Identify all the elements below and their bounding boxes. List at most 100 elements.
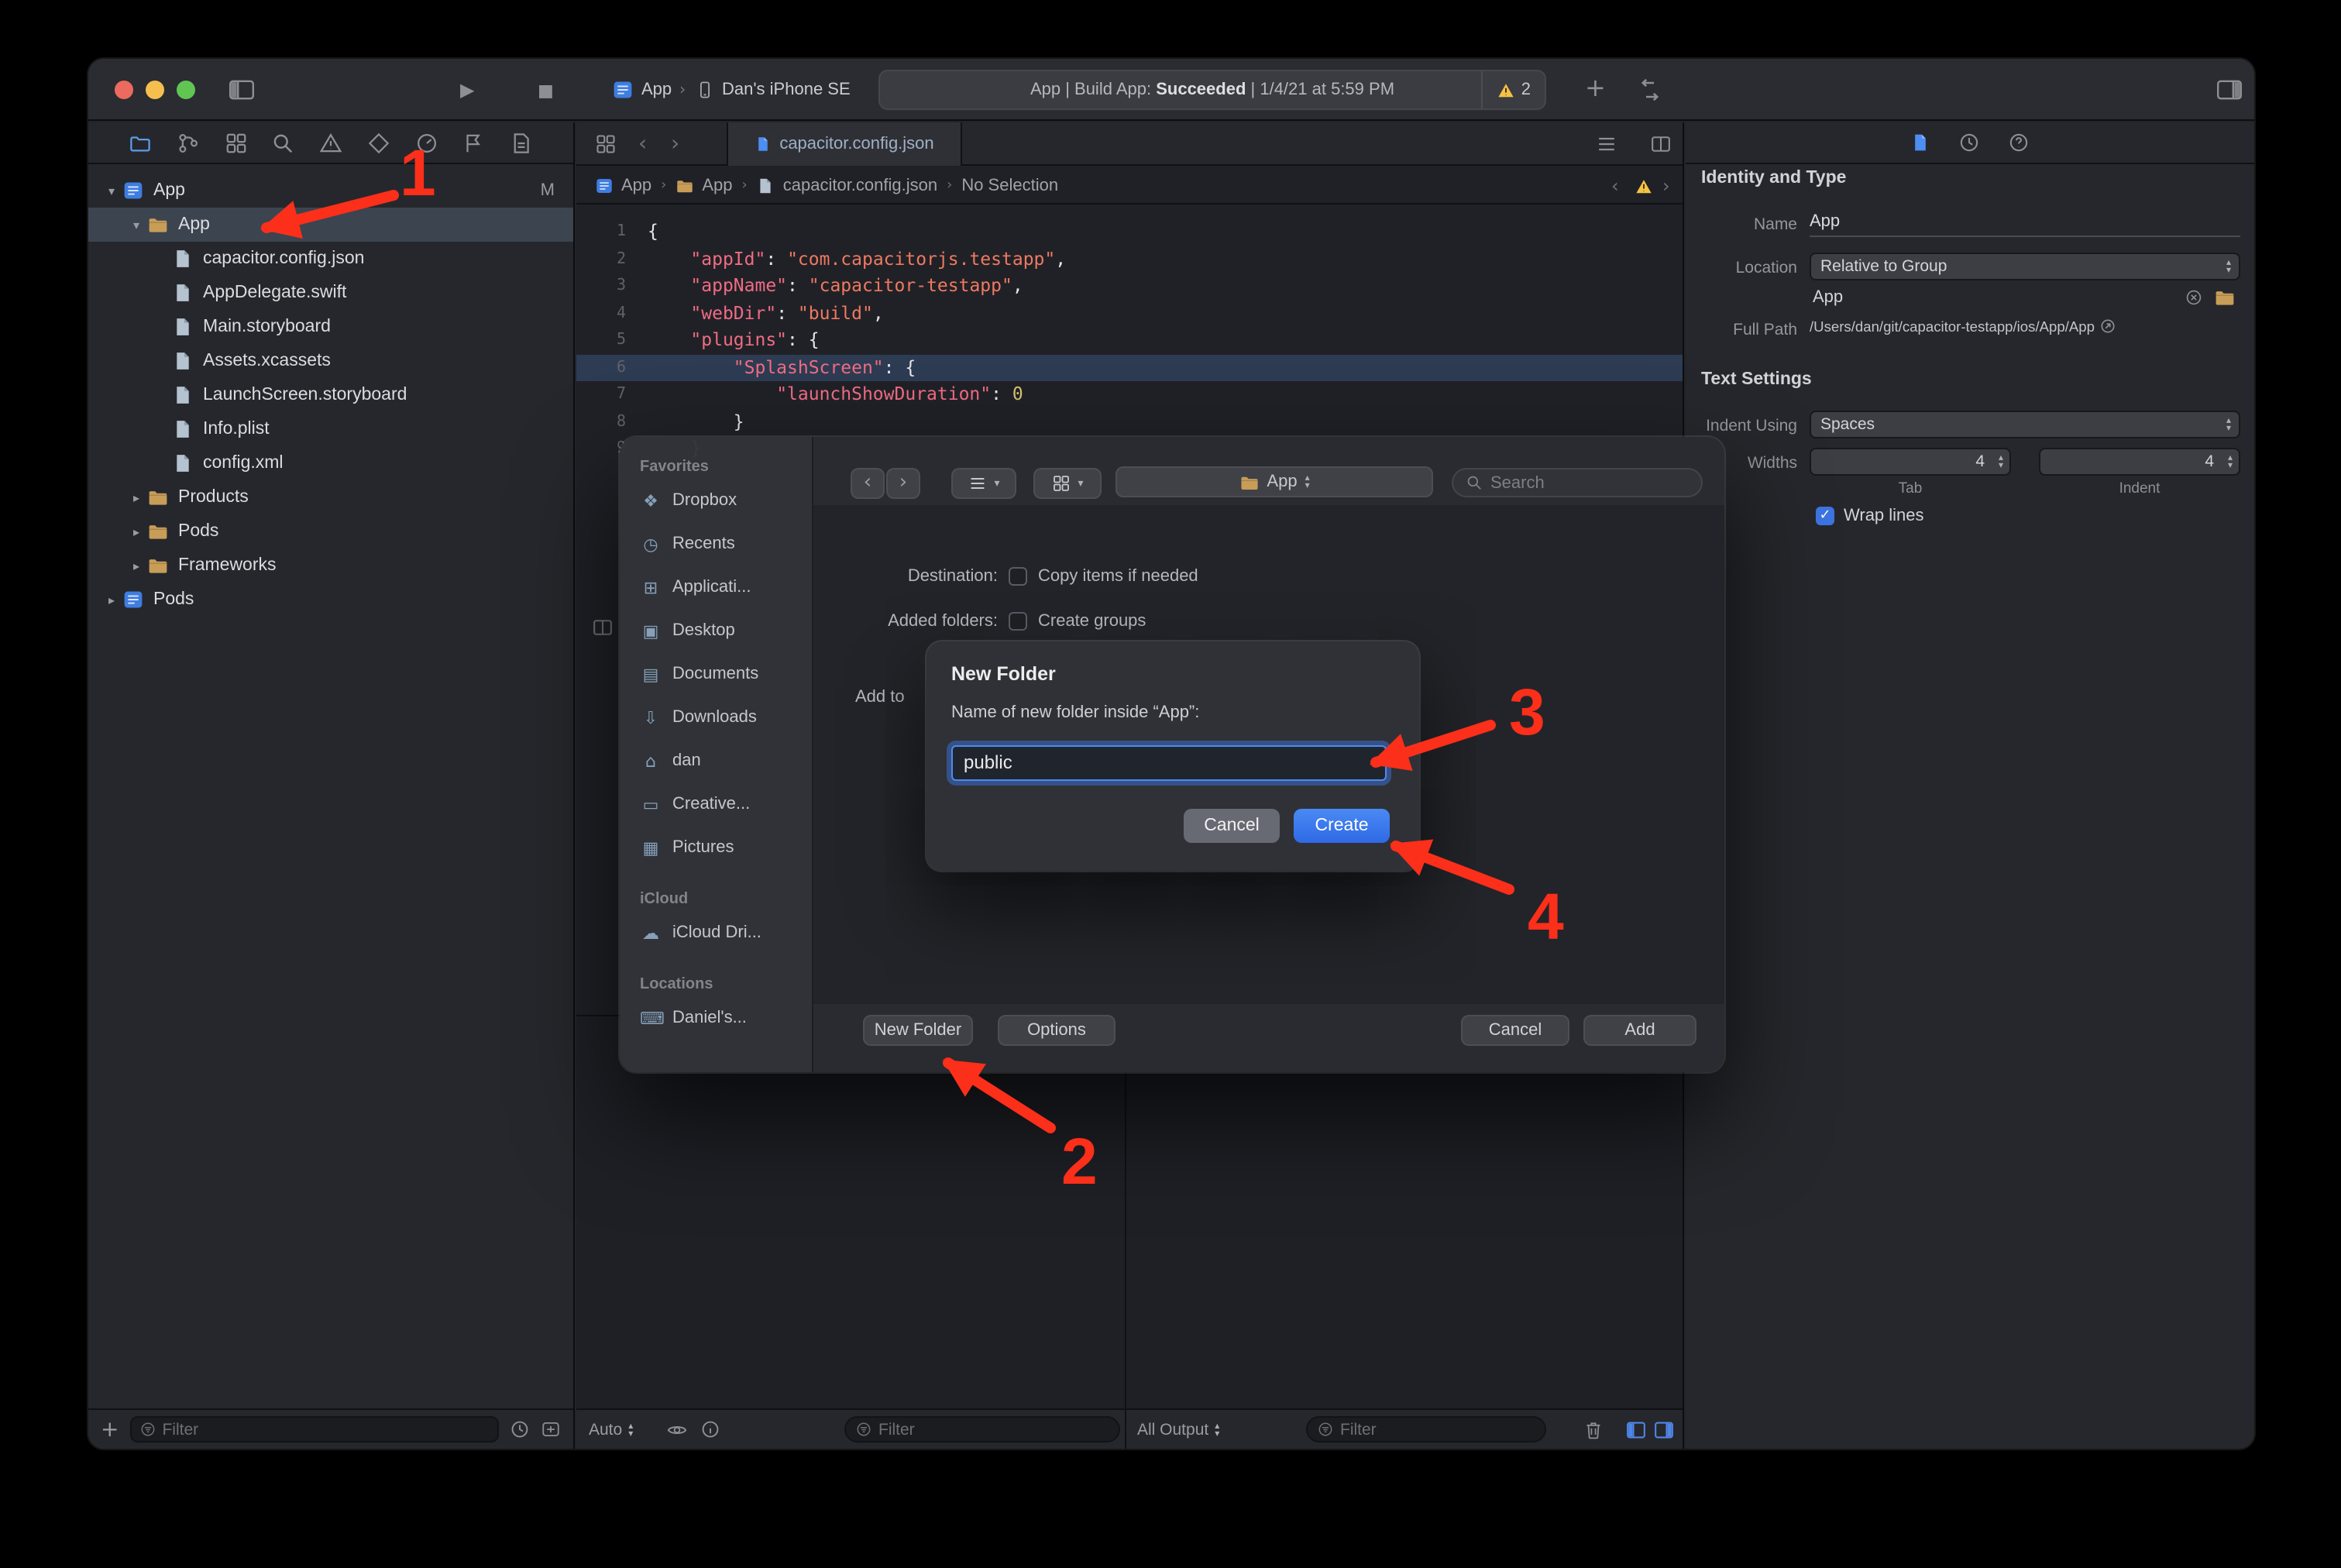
minimize-window-button[interactable] [146,81,164,99]
console-output-selector[interactable]: All Output [1137,1410,1219,1449]
sidebar-item-home[interactable]: ⌂dan [640,739,812,782]
tree-row-app[interactable]: ▾App [88,208,573,242]
library-button[interactable]: + [1585,76,1606,101]
search-field[interactable]: Search [1452,468,1703,497]
variables-view-scope-selector[interactable]: Auto [589,1410,633,1449]
issue-navigator-icon[interactable] [319,131,342,154]
clear-location-icon[interactable] [2185,288,2203,307]
file-inspector-icon[interactable] [1910,132,1930,153]
add-editor-icon[interactable] [1650,133,1672,155]
add-item-button[interactable]: + [101,1417,119,1442]
close-window-button[interactable] [115,81,133,99]
run-button[interactable]: ▶ [460,81,474,99]
show-variables-view-icon[interactable] [1625,1419,1647,1441]
report-navigator-icon[interactable] [510,131,533,154]
location-dropdown[interactable]: Relative to Group [1810,253,2240,280]
forward-button[interactable]: › [886,468,920,499]
code-line-8[interactable]: 8 } [576,408,1683,435]
tab-width-stepper[interactable]: 4 [1810,448,2011,476]
debug-area-divider[interactable] [1125,1016,1126,1408]
disclosure-icon[interactable]: ▸ [101,593,122,607]
add-button[interactable]: Add [1583,1015,1696,1046]
tree-row-frameworks[interactable]: ▸Frameworks [88,548,573,583]
tree-row-pods[interactable]: ▸Pods [88,583,573,617]
icon-view-control[interactable]: ▾ [1033,468,1102,499]
quicklook-icon[interactable] [666,1419,688,1441]
history-inspector-icon[interactable] [1958,132,1980,153]
back-icon[interactable]: ‹ [638,133,647,155]
disclosure-icon[interactable]: ▸ [125,559,147,573]
project-navigator-icon[interactable] [129,131,152,154]
info-icon[interactable] [700,1419,720,1439]
code-line-4[interactable]: 4 "webDir": "build", [576,300,1683,327]
source-control-navigator-icon[interactable] [177,131,200,154]
back-button[interactable]: ‹ [851,468,885,499]
indent-width-stepper[interactable]: 4 [2039,448,2240,476]
sidebar-item-documents[interactable]: ▤Documents [640,652,812,696]
new-folder-name-input[interactable]: public [951,745,1387,781]
source-control-status-icon[interactable] [541,1419,561,1439]
clear-console-icon[interactable] [1583,1419,1604,1441]
code-line-7[interactable]: 7 "launchShowDuration": 0 [576,381,1683,408]
zoom-window-button[interactable] [177,81,195,99]
issue-warning-icon[interactable] [1635,178,1653,195]
disclosure-icon[interactable]: ▸ [125,490,147,504]
code-line-3[interactable]: 3 "appName": "capacitor-testapp", [576,273,1683,300]
console-filter-field[interactable]: Filter [1306,1416,1546,1442]
toggle-inspector-icon[interactable] [2216,77,2243,102]
tree-row-assets-xcassets[interactable]: Assets.xcassets [88,344,573,378]
dialog-cancel-button[interactable]: Cancel [1184,809,1280,843]
tree-row-app[interactable]: ▾AppM [88,174,573,208]
breadcrumb-item[interactable]: App [675,177,732,195]
disclosure-icon[interactable]: ▾ [125,218,147,232]
choose-folder-icon[interactable] [2214,287,2236,308]
tree-row-info-plist[interactable]: Info.plist [88,412,573,446]
current-folder-dropdown[interactable]: App [1115,466,1433,497]
code-line-5[interactable]: 5 "plugins": { [576,327,1683,354]
list-view-control[interactable]: ▾ [951,468,1016,499]
help-inspector-icon[interactable] [2008,132,2030,153]
breadcrumb-item[interactable]: App [595,177,651,195]
tree-row-appdelegate-swift[interactable]: AppDelegate.swift [88,276,573,310]
options-button[interactable]: Options [998,1015,1115,1046]
run-destination-selector[interactable]: Dan's iPhone SE [696,74,851,105]
breakpoint-navigator-icon[interactable] [462,131,486,154]
breadcrumb-item[interactable]: capacitor.config.json [757,177,937,195]
sidebar-item-creative-folder[interactable]: ▭Creative... [640,782,812,826]
tree-row-capacitor-config-json[interactable]: capacitor.config.json [88,242,573,276]
navigator-filter-field[interactable]: Filter [129,1416,499,1442]
editor-list-icon[interactable] [1596,133,1617,155]
forward-icon[interactable]: › [671,133,679,155]
show-console-view-icon[interactable] [1653,1419,1675,1441]
sidebar-item-downloads[interactable]: ⇩Downloads [640,696,812,739]
code-line-6[interactable]: 6 "SplashScreen": { [576,354,1683,381]
create-groups-checkbox[interactable] [1009,612,1027,631]
previous-issue-icon[interactable]: ‹ [1611,177,1619,195]
name-field[interactable]: App [1810,209,2240,237]
code-line-2[interactable]: 2 "appId": "com.capacitorjs.testapp", [576,246,1683,273]
warning-count-button[interactable]: 2 [1481,71,1545,108]
find-navigator-icon[interactable] [272,131,295,154]
tree-row-launchscreen-storyboard[interactable]: LaunchScreen.storyboard [88,378,573,412]
sheet-cancel-button[interactable]: Cancel [1461,1015,1569,1046]
test-navigator-icon[interactable] [367,131,390,154]
sidebar-item-dropbox[interactable]: ❖Dropbox [640,479,812,522]
recent-files-icon[interactable] [510,1419,530,1439]
breadcrumb-item[interactable]: No Selection [961,177,1058,195]
code-editor[interactable]: 1{2 "appId": "com.capacitorjs.testapp",3… [576,218,1683,462]
sidebar-item-recents[interactable]: ◷Recents [640,522,812,566]
variables-filter-field[interactable]: Filter [844,1416,1120,1442]
copy-items-checkbox[interactable] [1009,567,1027,586]
disclosure-icon[interactable]: ▾ [101,184,122,198]
sidebar-item-computer[interactable]: ⌨Daniel's... [640,996,812,1040]
dialog-create-button[interactable]: Create [1294,809,1390,843]
sidebar-item-pictures[interactable]: ▦Pictures [640,826,812,869]
scheme-selector[interactable]: App › [612,74,686,105]
code-line-1[interactable]: 1{ [576,218,1683,246]
code-review-icon[interactable] [1638,77,1662,102]
stop-button[interactable]: ■ [538,82,554,99]
tree-row-config-xml[interactable]: config.xml [88,446,573,480]
tree-row-pods[interactable]: ▸Pods [88,514,573,548]
open-path-icon[interactable] [2099,318,2116,335]
tree-row-products[interactable]: ▸Products [88,480,573,514]
